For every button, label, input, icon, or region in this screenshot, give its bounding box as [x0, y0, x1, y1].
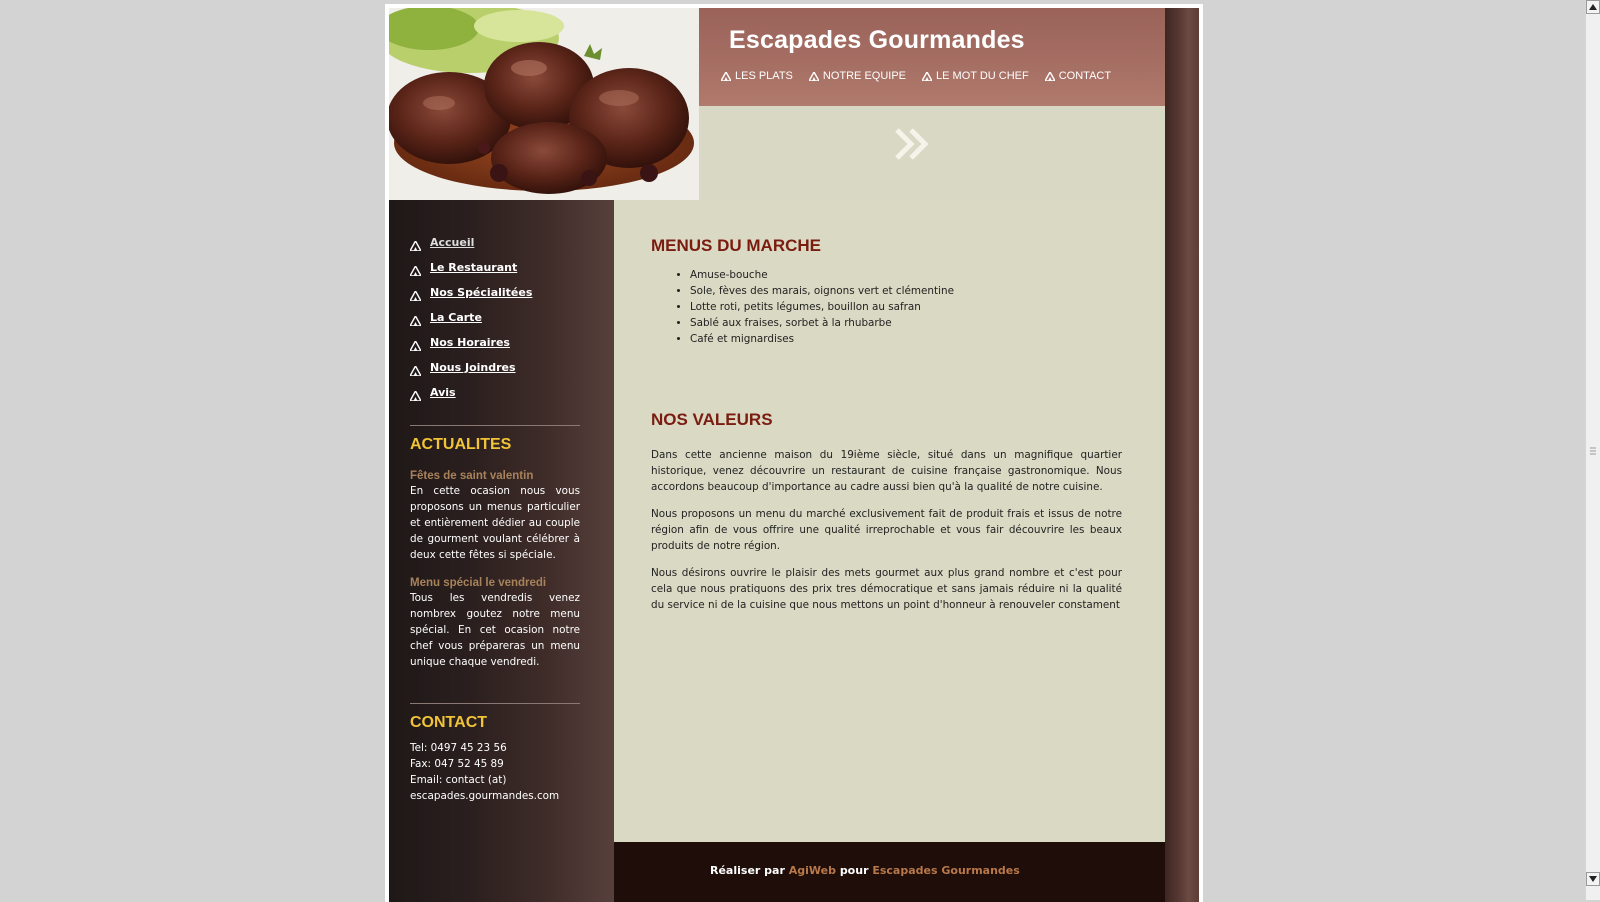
paragraph: Nous désirons ouvrire le plaisir des met…	[651, 567, 1122, 611]
footer-client-link[interactable]: Escapades Gourmandes	[872, 864, 1019, 877]
side-nav-avis[interactable]: Avis	[410, 380, 532, 405]
triangle-arrow-icon	[922, 71, 933, 81]
news-body: Tous les vendredis venez nombrex goutez …	[410, 592, 580, 668]
side-nav-label[interactable]: Accueil	[430, 236, 474, 249]
side-nav-label[interactable]: Nos Spécialitées	[430, 286, 532, 299]
menu-item: Café et mignardises	[690, 331, 954, 347]
contact-fax: Fax: 047 52 45 89	[410, 758, 504, 770]
menu-item: Amuse-bouche	[690, 267, 954, 283]
side-nav-la-carte[interactable]: La Carte	[410, 305, 532, 330]
triangle-arrow-icon	[410, 315, 421, 326]
news-item: Fêtes de saint valentin En cette ocasion…	[410, 470, 580, 563]
header-banner	[699, 106, 1165, 200]
top-nav-label: LES PLATS	[735, 70, 793, 82]
top-nav-notre-equipe[interactable]: NOTRE EQUIPE	[808, 70, 907, 82]
contact-info: Tel: 0497 45 23 56 Fax: 047 52 45 89 Ema…	[410, 740, 600, 804]
sidebar-divider	[410, 425, 580, 426]
footer: Réaliser par AgiWeb pour Escapades Gourm…	[614, 842, 1165, 902]
footer-prefix: Réaliser par	[710, 864, 785, 877]
news-title: Fêtes de saint valentin	[410, 470, 534, 482]
triangle-arrow-icon	[410, 240, 421, 251]
contact-email-domain: escapades.gourmandes.com	[410, 790, 560, 802]
scroll-down-button[interactable]	[1586, 872, 1600, 886]
side-nav-le-restaurant[interactable]: Le Restaurant	[410, 255, 532, 280]
header-band: Escapades Gourmandes LES PLATS NOTRE EQU…	[699, 8, 1165, 106]
side-nav-label[interactable]: Nos Horaires	[430, 336, 510, 349]
triangle-arrow-icon	[410, 265, 421, 276]
side-nav-nos-horaires[interactable]: Nos Horaires	[410, 330, 532, 355]
triangle-arrow-icon	[1044, 71, 1055, 81]
news-title: Menu spécial le vendredi	[410, 577, 547, 589]
menu-list: Amuse-bouche Sole, fèves des marais, oig…	[674, 267, 954, 347]
top-nav-label: CONTACT	[1058, 70, 1112, 82]
news-body: En cette ocasion nous vous proposons un …	[410, 485, 580, 561]
top-nav-label: NOTRE EQUIPE	[822, 70, 907, 82]
side-nav-nos-specialitees[interactable]: Nos Spécialitées	[410, 280, 532, 305]
menu-item: Sablé aux fraises, sorbet à la rhubarbe	[690, 315, 954, 331]
footer-agency-link[interactable]: AgiWeb	[789, 864, 836, 877]
footer-middle: pour	[839, 864, 869, 877]
double-chevron-right-icon[interactable]	[895, 128, 933, 160]
top-nav-label: LE MOT DU CHEF	[936, 70, 1029, 82]
paragraph: Dans cette ancienne maison du 19ième siè…	[651, 449, 1122, 493]
triangle-arrow-icon	[410, 290, 421, 301]
triangle-arrow-icon	[410, 365, 421, 376]
side-nav: Accueil Le Restaurant Nos Spécialitées L…	[410, 230, 532, 405]
contact-heading: CONTACT	[410, 714, 488, 731]
top-nav: LES PLATS NOTRE EQUIPE LE MOT DU CHEF CO…	[721, 70, 1127, 82]
top-nav-contact[interactable]: CONTACT	[1044, 70, 1112, 82]
header-food-photo	[389, 8, 699, 200]
contact-tel: Tel: 0497 45 23 56	[410, 742, 507, 754]
arrow-up-icon	[1589, 4, 1597, 10]
top-nav-le-mot-du-chef[interactable]: LE MOT DU CHEF	[922, 70, 1029, 82]
vertical-scrollbar[interactable]	[1585, 0, 1600, 900]
menu-item: Sole, fèves des marais, oignons vert et …	[690, 283, 954, 299]
page-frame: Escapades Gourmandes LES PLATS NOTRE EQU…	[385, 4, 1203, 902]
site-container: Escapades Gourmandes LES PLATS NOTRE EQU…	[389, 8, 1199, 902]
main-content: MENUS DU MARCHE Amuse-bouche Sole, fèves…	[614, 200, 1165, 842]
side-nav-label[interactable]: La Carte	[430, 311, 482, 324]
scroll-grip-icon[interactable]	[1590, 447, 1596, 455]
footer-credit: Réaliser par AgiWeb pour Escapades Gourm…	[710, 864, 1020, 877]
side-nav-label[interactable]: Le Restaurant	[430, 261, 517, 274]
side-nav-label[interactable]: Nous Joindres	[430, 361, 516, 374]
actualites-heading: ACTUALITES	[410, 436, 512, 453]
scroll-up-button[interactable]	[1586, 0, 1600, 14]
right-shadow-column	[1165, 8, 1199, 902]
triangle-arrow-icon	[721, 71, 731, 81]
side-nav-nous-joindres[interactable]: Nous Joindres	[410, 355, 532, 380]
triangle-arrow-icon	[410, 390, 421, 401]
top-nav-les-plats[interactable]: LES PLATS	[721, 70, 793, 82]
triangle-arrow-icon	[808, 71, 819, 81]
arrow-down-icon	[1589, 876, 1597, 882]
news-item: Menu spécial le vendredi Tous les vendre…	[410, 577, 580, 670]
valeurs-heading: NOS VALEURS	[651, 410, 773, 429]
menus-heading: MENUS DU MARCHE	[651, 236, 821, 255]
sidebar: Accueil Le Restaurant Nos Spécialitées L…	[389, 200, 614, 902]
menu-item: Lotte roti, petits légumes, bouillon au …	[690, 299, 954, 315]
site-title: Escapades Gourmandes	[729, 26, 1025, 54]
sidebar-divider	[410, 703, 580, 704]
side-nav-label[interactable]: Avis	[430, 386, 456, 399]
contact-email: Email: contact (at)	[410, 774, 507, 786]
triangle-arrow-icon	[410, 340, 421, 351]
paragraph: Nous proposons un menu du marché exclusi…	[651, 508, 1122, 552]
side-nav-accueil[interactable]: Accueil	[410, 230, 532, 255]
